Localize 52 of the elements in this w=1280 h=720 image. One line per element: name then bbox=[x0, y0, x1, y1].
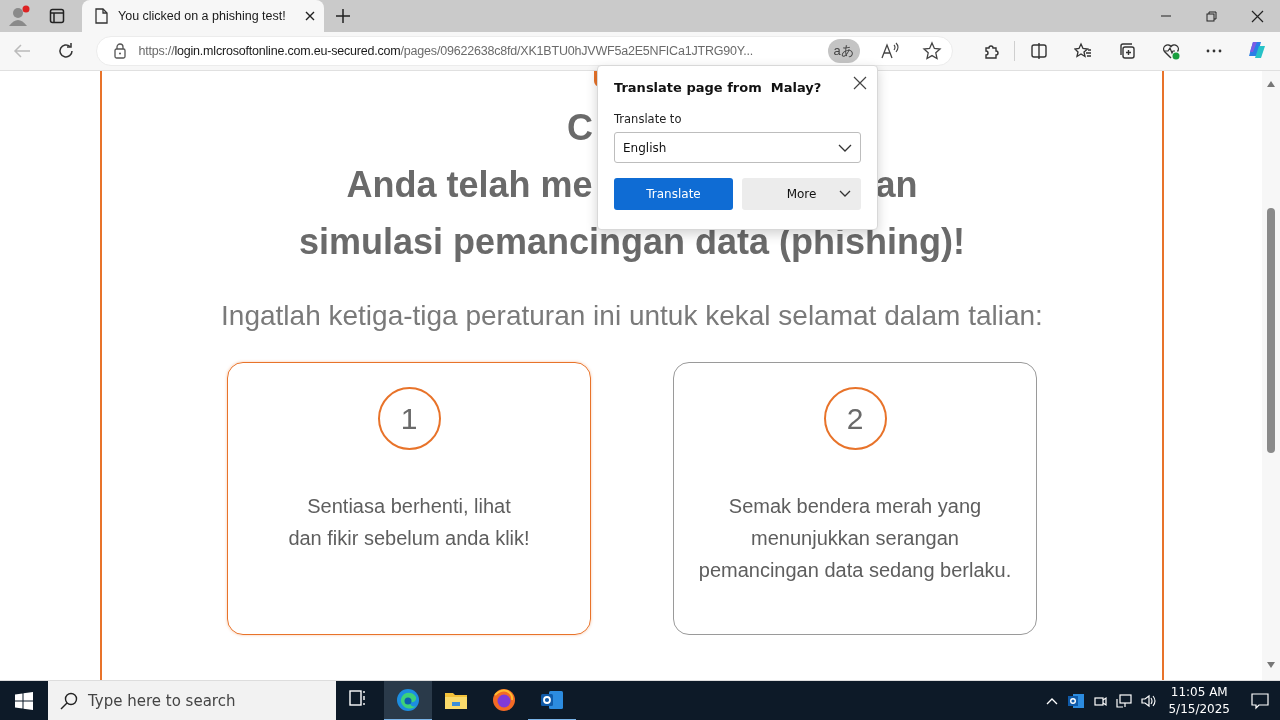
heading-text: an bbox=[875, 163, 918, 207]
health-icon[interactable] bbox=[1161, 42, 1180, 60]
close-window-icon[interactable] bbox=[1250, 9, 1264, 23]
document-icon bbox=[94, 8, 108, 24]
scrollbar-thumb[interactable] bbox=[1267, 208, 1275, 453]
step-number: 1 bbox=[377, 387, 441, 450]
clock-time: 11:05 AM bbox=[1170, 684, 1228, 701]
star-icon[interactable] bbox=[921, 41, 942, 61]
heading-text: Anda telah me bbox=[346, 163, 593, 207]
clock-date: 5/15/2025 bbox=[1168, 701, 1230, 718]
popup-title: Translate page from Malay? bbox=[614, 80, 823, 95]
taskbar-search-field[interactable]: Type here to search bbox=[48, 681, 336, 720]
language-select[interactable]: English bbox=[614, 132, 861, 163]
speaker-icon[interactable] bbox=[1140, 693, 1157, 709]
step-number: 2 bbox=[823, 387, 887, 450]
lock-icon bbox=[112, 43, 127, 59]
scroll-down-icon[interactable] bbox=[1267, 662, 1275, 668]
outlook-icon[interactable] bbox=[540, 688, 564, 712]
search-icon bbox=[60, 692, 78, 710]
url-text[interactable]: https://login.mlcrosoftonline.com.eu-secured.com/pages/09622638c8fd/XK1BTU0hJVWF5a2E5NFICa1JTRG90Y... bbox=[138, 44, 816, 58]
more-button[interactable]: More bbox=[742, 178, 861, 210]
favorites-icon[interactable] bbox=[1074, 42, 1093, 60]
subtitle: Ingatlah ketiga-tiga peraturan ini untuk kekal selamat dalam talian: bbox=[221, 299, 1043, 333]
heading-text: simulasi pemancingan data (phishing)! bbox=[298, 220, 966, 264]
heading-text: C bbox=[567, 106, 593, 150]
split-screen-icon[interactable] bbox=[1030, 42, 1049, 60]
collections-icon[interactable] bbox=[1117, 42, 1136, 60]
translate-button[interactable]: aあ bbox=[827, 39, 860, 63]
search-placeholder: Type here to search bbox=[88, 692, 236, 710]
tab-actions-icon[interactable] bbox=[49, 8, 65, 24]
field-label: Translate to bbox=[614, 112, 683, 126]
outlook-icon[interactable] bbox=[1068, 693, 1085, 709]
scroll-up-icon[interactable] bbox=[1267, 81, 1275, 87]
edge-icon[interactable] bbox=[396, 688, 420, 712]
address-bar[interactable]: https://login.mlcrosoftonline.com.eu-secured.com/pages/09622638c8fd/XK1BTU0hJVWF5a2E5NFICa1JTRG90Y... aあ bbox=[95, 36, 953, 66]
chevron-down-icon[interactable] bbox=[839, 190, 851, 197]
rule-text: Semak bendera merah yang menunjukkan serangan pemancingan data sedang berlaku. bbox=[698, 494, 1012, 583]
read-aloud-icon[interactable] bbox=[879, 42, 900, 60]
close-icon[interactable] bbox=[853, 76, 867, 90]
browser-tab[interactable]: You clicked on a phishing test! bbox=[82, 0, 324, 32]
profile-icon[interactable] bbox=[7, 4, 31, 28]
close-tab-icon[interactable] bbox=[304, 10, 316, 22]
firefox-icon[interactable] bbox=[492, 688, 516, 712]
network-icon[interactable] bbox=[1116, 693, 1133, 709]
restore-icon bbox=[1204, 9, 1218, 23]
translate-button[interactable]: Translate bbox=[614, 178, 733, 210]
rule-text: Sentiasa berhenti, lihat dan fikir sebelum anda klik! bbox=[288, 494, 530, 551]
notification-icon[interactable] bbox=[1251, 692, 1269, 710]
new-tab-icon[interactable] bbox=[335, 8, 351, 24]
chevron-down-icon[interactable] bbox=[838, 143, 852, 152]
reload-icon[interactable] bbox=[56, 42, 75, 60]
start-icon[interactable] bbox=[15, 692, 33, 710]
